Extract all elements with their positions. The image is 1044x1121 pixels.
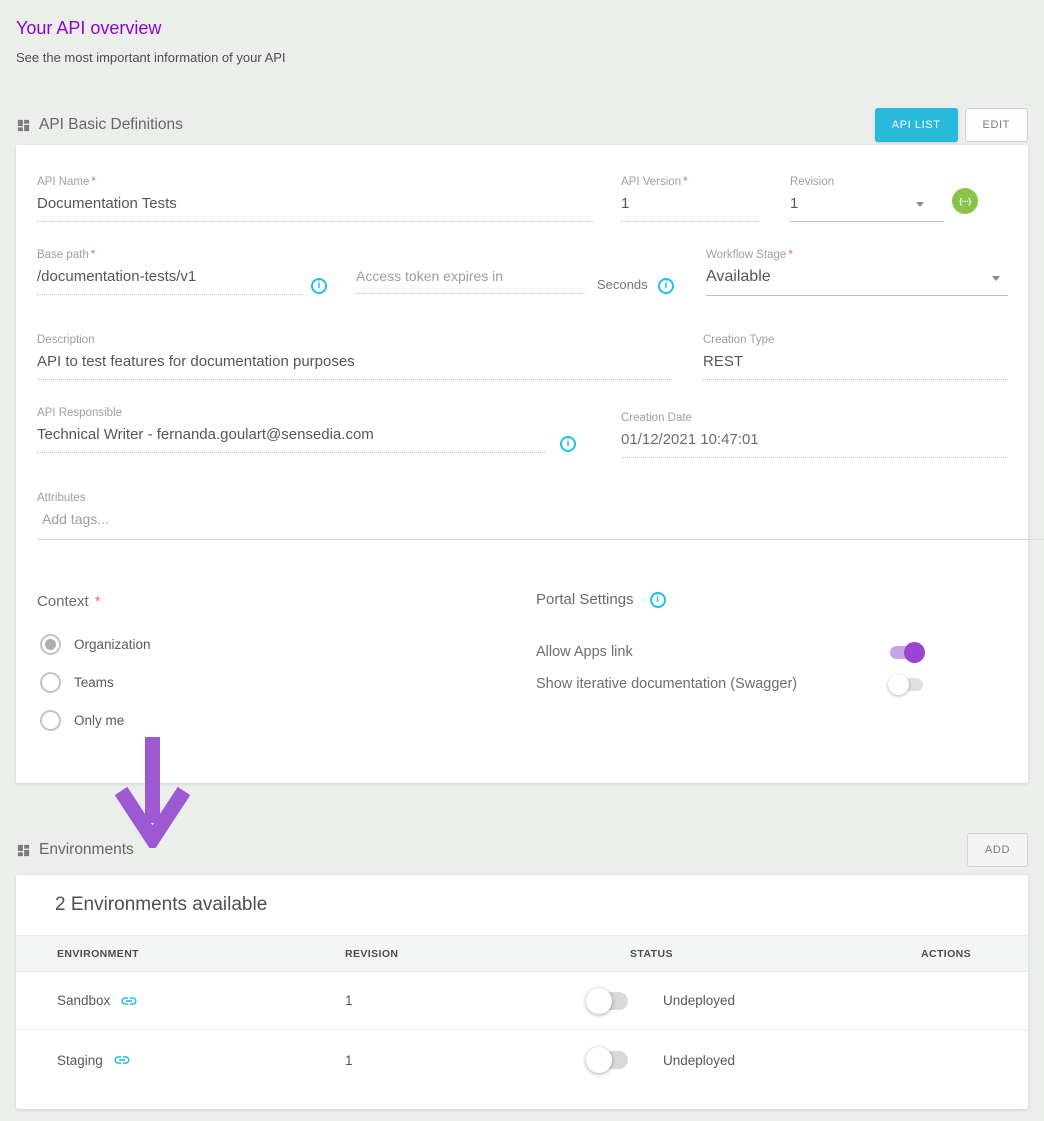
api-version-field[interactable]: API Version* 1: [621, 176, 759, 222]
chevron-down-icon[interactable]: [992, 276, 1000, 281]
api-version-label: API Version: [621, 176, 681, 188]
description-label: Description: [37, 334, 672, 346]
chevron-down-icon[interactable]: [916, 202, 924, 207]
revision-value[interactable]: 1: [790, 195, 944, 222]
radio-unselected-icon[interactable]: [40, 710, 61, 731]
col-actions: ACTIONS: [921, 948, 987, 960]
page-header: Your API overview See the most important…: [0, 0, 1044, 65]
section-title-label: API Basic Definitions: [39, 116, 183, 134]
api-responsible-field[interactable]: API Responsible Technical Writer - ferna…: [37, 407, 545, 453]
attributes-field[interactable]: Attributes Add tags...: [37, 492, 1044, 540]
api-name-label: API Name: [37, 176, 89, 188]
access-token-info-icon[interactable]: [658, 278, 674, 294]
workflow-stage-select[interactable]: Workflow Stage* Available: [706, 249, 1008, 296]
basic-definitions-section-title: API Basic Definitions: [16, 116, 183, 134]
description-field[interactable]: Description API to test features for doc…: [37, 334, 672, 380]
col-environment: ENVIRONMENT: [57, 948, 345, 960]
radio-label: Organization: [74, 637, 151, 652]
base-path-field[interactable]: Base path* /documentation-tests/v1: [37, 249, 303, 295]
show-swagger-toggle[interactable]: [890, 678, 923, 691]
allow-apps-link-label: Allow Apps link: [536, 644, 633, 660]
section-title-label: Environments: [39, 841, 134, 859]
required-marker: *: [91, 249, 95, 261]
revision-select[interactable]: Revision 1: [790, 176, 944, 222]
toggle-knob[interactable]: [904, 642, 925, 663]
context-option-teams[interactable]: Teams: [40, 672, 114, 693]
creation-date-field: Creation Date 01/12/2021 10:47:01: [621, 412, 1008, 458]
access-token-placeholder[interactable]: Access token expires in: [356, 268, 586, 294]
required-marker: *: [95, 593, 101, 610]
basic-definitions-actions: API LIST EDIT: [875, 108, 1028, 142]
show-swagger-label: Show iterative documentation (Swagger): [536, 676, 797, 692]
page-title: Your API overview: [16, 18, 1028, 39]
environment-name: Sandbox: [57, 993, 110, 1008]
status-label: Undeployed: [663, 993, 735, 1008]
api-name-field[interactable]: API Name* Documentation Tests: [37, 176, 593, 222]
radio-unselected-icon[interactable]: [40, 672, 61, 693]
radio-selected-icon[interactable]: [40, 634, 61, 655]
link-icon[interactable]: [113, 1051, 131, 1069]
allow-apps-link-toggle[interactable]: [890, 646, 923, 659]
context-option-organization[interactable]: Organization: [40, 634, 151, 655]
environment-name: Staging: [57, 1053, 103, 1068]
base-path-label: Base path: [37, 249, 89, 261]
deploy-toggle[interactable]: [588, 1051, 628, 1069]
context-label: Context: [37, 593, 89, 610]
environments-table-header: ENVIRONMENT REVISION STATUS ACTIONS: [16, 935, 1028, 972]
api-responsible-info-icon[interactable]: [560, 436, 576, 452]
portal-settings-info-icon[interactable]: [650, 592, 666, 608]
creation-date-value: 01/12/2021 10:47:01: [621, 431, 1008, 458]
grid-icon: [16, 118, 31, 133]
api-responsible-label: API Responsible: [37, 407, 545, 419]
environments-section-title: Environments: [16, 841, 134, 859]
description-value[interactable]: API to test features for documentation p…: [37, 353, 672, 380]
environments-card: 2 Environments available ENVIRONMENT REV…: [16, 875, 1028, 1109]
toggle-knob[interactable]: [586, 988, 612, 1014]
creation-type-value: REST: [703, 353, 1008, 380]
table-row: Sandbox 1 Undeployed: [16, 972, 1028, 1030]
environments-actions: ADD: [967, 833, 1028, 867]
revision-label: Revision: [790, 176, 944, 188]
grid-icon: [16, 843, 31, 858]
status-label: Undeployed: [663, 1053, 735, 1068]
col-status: STATUS: [630, 948, 921, 960]
radio-label: Only me: [74, 713, 124, 728]
access-token-field[interactable]: Access token expires in: [356, 249, 586, 294]
workflow-stage-value[interactable]: Available: [706, 268, 1008, 296]
edit-button[interactable]: EDIT: [965, 108, 1028, 142]
col-revision: REVISION: [345, 948, 630, 960]
base-path-value[interactable]: /documentation-tests/v1: [37, 268, 303, 295]
attributes-label: Attributes: [37, 492, 1044, 504]
required-marker: *: [683, 176, 687, 188]
api-name-value[interactable]: Documentation Tests: [37, 195, 593, 222]
environments-section-head: Environments ADD: [16, 832, 1028, 868]
environments-card-title: 2 Environments available: [55, 894, 267, 916]
base-path-info-icon[interactable]: [311, 278, 327, 294]
add-tags-input[interactable]: Add tags...: [37, 511, 1044, 540]
api-trace-icon[interactable]: [952, 188, 978, 214]
toggle-knob[interactable]: [888, 674, 909, 695]
workflow-stage-label: Workflow Stage: [706, 249, 786, 261]
api-version-value[interactable]: 1: [621, 195, 759, 222]
seconds-label-wrap: Seconds: [597, 276, 648, 294]
creation-type-label: Creation Type: [703, 334, 1008, 346]
basic-definitions-section-head: API Basic Definitions API LIST EDIT: [16, 107, 1028, 143]
link-icon[interactable]: [120, 992, 138, 1010]
creation-date-label: Creation Date: [621, 412, 1008, 424]
toggle-knob[interactable]: [586, 1047, 612, 1073]
api-list-button[interactable]: API LIST: [875, 108, 958, 142]
api-responsible-value[interactable]: Technical Writer - fernanda.goulart@sens…: [37, 426, 545, 453]
deploy-toggle[interactable]: [588, 992, 628, 1010]
page-subtitle: See the most important information of yo…: [16, 50, 1028, 65]
seconds-label: Seconds: [597, 277, 648, 292]
portal-settings-label: Portal Settings: [536, 591, 634, 608]
basic-definitions-card: API Name* Documentation Tests API Versio…: [16, 145, 1028, 783]
table-row: Staging 1 Undeployed: [16, 1031, 1028, 1089]
radio-label: Teams: [74, 675, 114, 690]
add-environment-button[interactable]: ADD: [967, 833, 1028, 867]
context-option-only-me[interactable]: Only me: [40, 710, 124, 731]
required-marker: *: [91, 176, 95, 188]
creation-type-field: Creation Type REST: [703, 334, 1008, 380]
required-marker: *: [788, 249, 792, 261]
